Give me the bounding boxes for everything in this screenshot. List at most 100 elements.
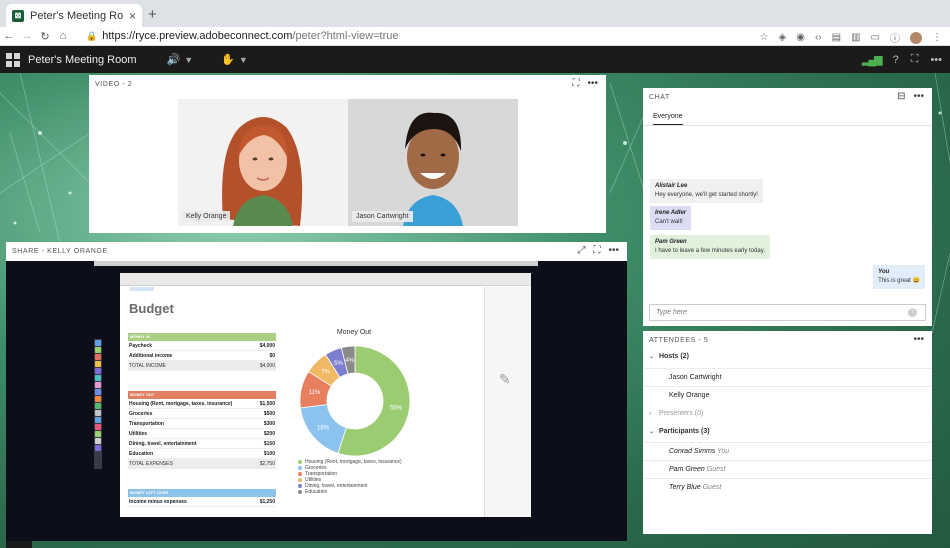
legend-swatch xyxy=(298,490,302,494)
chat-text: Hey everyone, we'll get started shortly! xyxy=(655,192,758,198)
attendees-pod-title: ATTENDEES - 5 xyxy=(649,337,708,344)
participant-photo xyxy=(348,99,518,226)
reload-icon[interactable]: ↻ xyxy=(36,30,54,43)
table-row: Income minus expenses$1,250 xyxy=(128,497,276,507)
lock-icon: 🔒 xyxy=(86,31,97,42)
room-title: Peter's Meeting Room xyxy=(28,54,136,66)
chat-pod: CHAT ⊟ ••• Everyone Alistair LeeHey ever… xyxy=(643,88,932,326)
cast-icon[interactable]: ▭ xyxy=(871,32,880,43)
video-name-tag: Jason Cartwright xyxy=(352,211,413,222)
address-field[interactable]: 🔒 https://ryce.preview.adobeconnect.com/… xyxy=(86,30,398,42)
more-options-icon[interactable]: ••• xyxy=(913,334,924,345)
library-icon[interactable]: ▥ xyxy=(851,32,860,43)
reader-icon[interactable]: ▤ xyxy=(832,32,841,43)
money-out-chart: Money Out 55%18%11%7%5%4% Housing (Rent,… xyxy=(280,329,485,515)
more-options-icon[interactable]: ••• xyxy=(587,78,598,89)
chevron-down-icon[interactable]: ▼ xyxy=(239,55,248,65)
bottom-toolbar-corner xyxy=(6,541,32,548)
extension-icon[interactable]: ◉ xyxy=(796,32,805,43)
table-row: Additional income$0 xyxy=(128,351,276,361)
url-host: https://ryce.preview.adobeconnect.com xyxy=(102,30,292,42)
app-header-actions: ▂▄▆ ? ⛶ ••• xyxy=(862,53,942,66)
layout-fullscreen-icon[interactable]: ⛶ xyxy=(911,53,919,66)
close-tab-icon[interactable]: × xyxy=(129,9,136,23)
profile-avatar[interactable] xyxy=(910,32,922,44)
fullscreen-icon[interactable]: ⛶ xyxy=(593,245,600,256)
adobe-connect-logo-icon xyxy=(6,53,20,67)
back-icon[interactable]: ← xyxy=(0,30,18,42)
table-row: Education$100 xyxy=(128,449,276,459)
table-row: Transportation$300 xyxy=(128,419,276,429)
forward-icon[interactable]: → xyxy=(18,30,36,42)
attendees-pod: ATTENDEES - 5 ••• ⌄Hosts (2) Jason Cartw… xyxy=(643,331,932,534)
help-icon[interactable]: ? xyxy=(893,54,899,66)
app-header: Peter's Meeting Room 🔊▼ ✋▼ ▂▄▆ ? ⛶ ••• xyxy=(0,46,950,73)
raise-hand-icon[interactable]: ✋▼ xyxy=(221,53,248,66)
browser-tab[interactable]: ⊠ Peter's Meeting Room × xyxy=(6,4,142,27)
bookmark-star-icon[interactable]: ☆ xyxy=(760,32,769,43)
help-icon[interactable]: ? xyxy=(908,308,917,317)
chat-sender: Pam Green xyxy=(655,238,765,247)
legend-swatch xyxy=(298,472,302,476)
spreadsheet-format-sidebar: ✎ xyxy=(484,287,531,517)
attendee-group-hosts[interactable]: ⌄Hosts (2) xyxy=(649,353,689,360)
shared-screen[interactable]: ✎ Budget MONEY IN Paycheck$4,000 Additio… xyxy=(6,261,627,541)
donut-slice-label: 7% xyxy=(321,370,330,376)
chat-input[interactable]: Type here ? xyxy=(649,304,926,321)
chat-input-placeholder: Type here xyxy=(656,309,687,316)
chat-text: I have to leave a few minutes early toda… xyxy=(655,248,765,254)
attendee-row[interactable]: Pam Green Guest xyxy=(643,460,932,478)
more-options-icon[interactable]: ••• xyxy=(930,54,942,66)
share-pod-title: SHARE - KELLY ORANGE xyxy=(12,248,108,255)
chat-options-icon[interactable]: ⊟ xyxy=(897,91,905,102)
table-row: Paycheck$4,000 xyxy=(128,341,276,351)
attendee-row[interactable]: Jason Cartwright xyxy=(643,368,932,386)
chat-message: Alistair LeeHey everyone, we'll get star… xyxy=(650,179,763,203)
spreadsheet-sheet-tab xyxy=(130,287,154,291)
info-icon[interactable]: ⓘ xyxy=(890,30,900,45)
more-options-icon[interactable]: ••• xyxy=(913,91,924,102)
attendee-row[interactable]: Conrad Simms You xyxy=(643,442,932,460)
home-icon[interactable]: ⌂ xyxy=(54,30,72,42)
chat-sender: Irene Adler xyxy=(655,209,686,218)
donut-slice-label: 11% xyxy=(309,390,321,396)
attendee-row[interactable]: Terry Blue Guest xyxy=(643,478,932,496)
more-options-icon[interactable]: ••• xyxy=(608,245,619,256)
chat-text: This is great 😀 xyxy=(878,278,920,284)
mac-menubar xyxy=(94,261,538,266)
chat-sender: You xyxy=(878,268,920,277)
legend-swatch xyxy=(298,478,302,482)
mac-dock xyxy=(94,339,102,469)
fullscreen-icon[interactable]: ⛶ xyxy=(572,78,579,89)
share-pod: SHARE - KELLY ORANGE ⤢ ⛶ ••• ✎ Budget MO… xyxy=(6,242,627,541)
chat-message-own: YouThis is great 😀 xyxy=(873,265,925,289)
speaker-icon[interactable]: 🔊▼ xyxy=(166,53,193,66)
chart-title: Money Out xyxy=(280,329,428,336)
participant-photo xyxy=(178,99,348,226)
video-tile-kelly-orange[interactable]: Kelly Orange xyxy=(178,99,348,226)
legend-swatch xyxy=(298,460,302,464)
chevron-right-icon: › xyxy=(649,411,659,417)
fit-to-window-icon[interactable]: ⤢ xyxy=(577,245,585,256)
attendee-row[interactable]: Kelly Orange xyxy=(643,386,932,404)
attendee-group-participants[interactable]: ⌄Participants (3) xyxy=(649,428,710,435)
video-name-tag: Kelly Orange xyxy=(182,211,230,222)
money-left-over-heading: MONEY LEFT OVER xyxy=(128,489,276,497)
donut-slice-label: 55% xyxy=(390,405,403,411)
attendee-group-presenters[interactable]: ›Presenters (0) xyxy=(649,410,703,417)
chevron-down-icon[interactable]: ▼ xyxy=(184,55,193,65)
legend-label: Education xyxy=(305,489,327,495)
new-tab-icon[interactable]: + xyxy=(148,6,157,23)
code-icon[interactable]: ‹› xyxy=(815,32,822,43)
legend-swatch xyxy=(298,466,302,470)
browser-tabbar: ⊠ Peter's Meeting Room × + xyxy=(0,0,950,27)
chevron-down-icon: ⌄ xyxy=(649,428,659,435)
extension-icons: ☆ ◈ ◉ ‹› ▤ ▥ ▭ ⓘ ⋮ xyxy=(760,30,942,45)
video-tile-jason-cartwright[interactable]: Jason Cartwright xyxy=(348,99,518,226)
legend-entry: Education xyxy=(298,489,402,495)
donut-chart-svg: 55%18%11%7%5%4% xyxy=(280,339,428,461)
pocket-icon[interactable]: ◈ xyxy=(779,32,787,43)
browser-menu-icon[interactable]: ⋮ xyxy=(932,32,942,43)
adobe-connect-favicon-icon: ⊠ xyxy=(12,10,24,22)
table-total-row: TOTAL INCOME$4,000 xyxy=(128,361,276,371)
